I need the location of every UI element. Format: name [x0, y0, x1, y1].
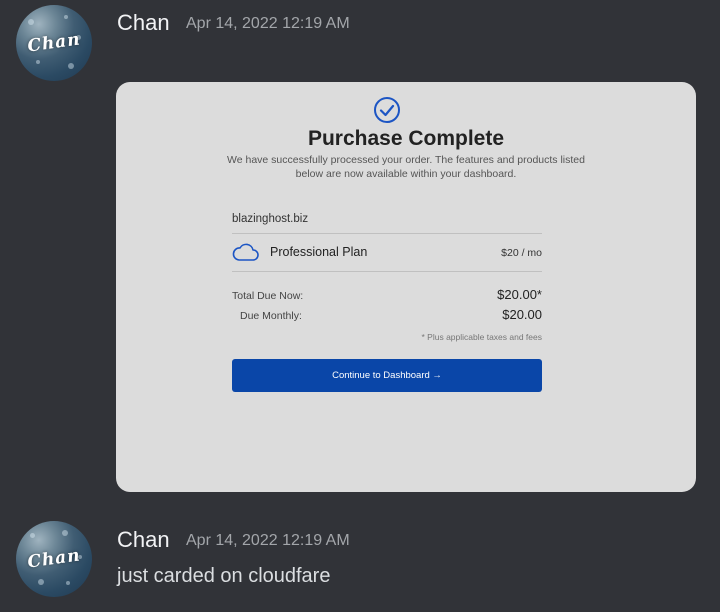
- avatar[interactable]: Chan: [16, 5, 92, 81]
- domain-label: blazinghost.biz: [232, 213, 309, 225]
- purchase-subtitle: We have successfully processed your orde…: [227, 154, 585, 180]
- cloud-icon: [232, 243, 259, 261]
- timestamp: Apr 14, 2022 12:19 AM: [186, 15, 350, 32]
- username[interactable]: Chan: [117, 527, 170, 553]
- plan-name: Professional Plan: [270, 245, 368, 259]
- total-due-value: $20.00*: [497, 287, 542, 302]
- message-content: just carded on cloudfare: [117, 565, 331, 587]
- message-2: Chan Chan Apr 14, 2022 12:19 AM just car…: [0, 515, 720, 612]
- tax-note: * Plus applicable taxes and fees: [421, 332, 543, 342]
- avatar[interactable]: Chan: [16, 521, 92, 597]
- check-circle-icon: [374, 97, 400, 123]
- divider: [232, 233, 542, 234]
- message-1: Chan Chan Apr 14, 2022 12:19 AM Purchase…: [0, 0, 720, 500]
- total-due-label: Total Due Now:: [232, 290, 304, 302]
- username[interactable]: Chan: [117, 10, 170, 36]
- plan-price: $20 / mo: [501, 247, 542, 259]
- avatar-text: Chan: [26, 545, 82, 573]
- continue-to-dashboard-button[interactable]: Continue to Dashboard →: [232, 359, 542, 392]
- monthly-label: Due Monthly:: [240, 310, 302, 322]
- divider: [232, 271, 542, 272]
- image-attachment[interactable]: Purchase Complete We have successfully p…: [116, 82, 696, 492]
- timestamp: Apr 14, 2022 12:19 AM: [186, 532, 350, 549]
- purchase-title: Purchase Complete: [307, 127, 505, 150]
- monthly-value: $20.00: [502, 307, 542, 322]
- avatar-text: Chan: [26, 29, 82, 57]
